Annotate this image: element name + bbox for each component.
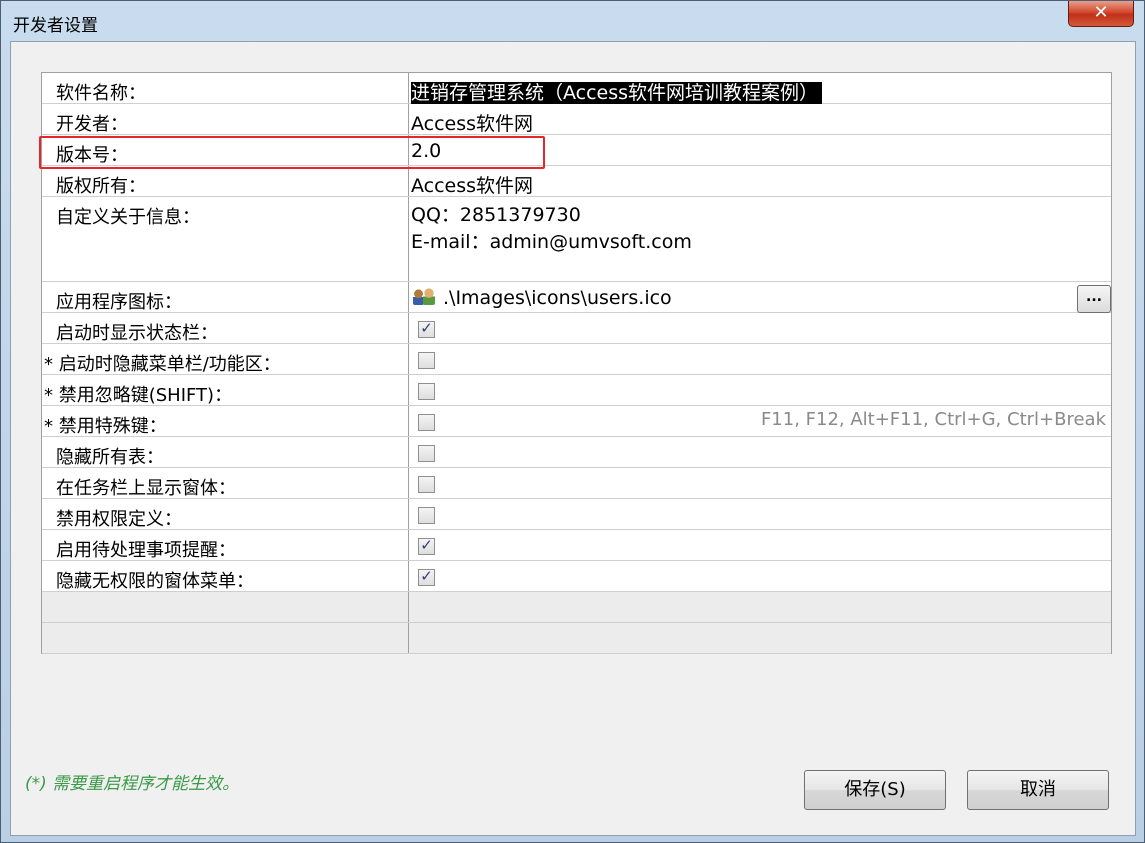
dialog-body: 软件名称： 进销存管理系统（Access软件网培训教程案例） 开发者： Acce… xyxy=(10,41,1136,836)
taskbar-forms-cell xyxy=(409,468,1111,498)
title-bar[interactable]: 开发者设置 ✕ xyxy=(1,1,1144,41)
show-statusbar-cell: ✓ xyxy=(409,313,1111,343)
software-name-value: 进销存管理系统（Access软件网培训教程案例） xyxy=(411,82,823,104)
row-taskbar-forms: 在任务栏上显示窗体： xyxy=(42,468,1111,499)
disable-shift-label: * 禁用忽略键(SHIFT)： xyxy=(42,375,409,406)
users-icon xyxy=(411,287,437,307)
empty-label-cell xyxy=(42,623,409,653)
todo-reminder-label: 启用待处理事项提醒： xyxy=(42,530,409,561)
version-label: 版本号： xyxy=(42,135,409,166)
hide-tables-cell xyxy=(409,437,1111,467)
custom-about-field[interactable]: QQ：2851379730 E-mail：admin@umvsoft.com xyxy=(409,197,1111,281)
disable-shift-cell xyxy=(409,375,1111,405)
show-statusbar-label: 启动时显示状态栏： xyxy=(42,313,409,344)
hide-unauthorized-menus-cell: ✓ xyxy=(409,561,1111,591)
empty-value-cell xyxy=(409,592,1111,622)
hide-ribbon-label: * 启动时隐藏菜单栏/功能区： xyxy=(42,344,409,375)
developer-field[interactable]: Access软件网 xyxy=(409,104,1111,135)
row-hide-ribbon: * 启动时隐藏菜单栏/功能区： xyxy=(42,344,1111,375)
todo-reminder-cell: ✓ xyxy=(409,530,1111,560)
close-icon: ✕ xyxy=(1093,2,1109,23)
disable-shift-checkbox[interactable] xyxy=(418,383,435,400)
row-version: 版本号： 2.0 xyxy=(42,135,1111,166)
row-disable-permissions: 禁用权限定义： xyxy=(42,499,1111,530)
empty-label-cell xyxy=(42,592,409,622)
row-copyright: 版权所有： Access软件网 xyxy=(42,166,1111,197)
row-hide-unauthorized-menus: 隐藏无权限的窗体菜单： ✓ xyxy=(42,561,1111,592)
disable-permissions-cell xyxy=(409,499,1111,529)
window-title: 开发者设置 xyxy=(13,16,98,36)
todo-reminder-checkbox[interactable]: ✓ xyxy=(418,536,435,555)
app-icon-path: .\Images\icons\users.ico xyxy=(443,287,672,309)
hide-ribbon-checkbox[interactable] xyxy=(418,352,435,369)
hide-unauthorized-menus-checkbox[interactable]: ✓ xyxy=(418,567,435,586)
row-custom-about: 自定义关于信息： QQ：2851379730 E-mail：admin@umvs… xyxy=(42,197,1111,282)
software-name-label: 软件名称： xyxy=(42,73,409,104)
app-icon-field[interactable]: .\Images\icons\users.ico ... xyxy=(409,282,1111,313)
copyright-field[interactable]: Access软件网 xyxy=(409,166,1111,197)
custom-about-line-qq: QQ：2851379730 xyxy=(411,204,581,226)
save-button[interactable]: 保存(S) xyxy=(804,770,946,810)
restart-note: (*) 需要重启程序才能生效。 xyxy=(25,774,240,794)
show-statusbar-checkbox[interactable]: ✓ xyxy=(418,319,435,338)
row-show-statusbar: 启动时显示状态栏： ✓ xyxy=(42,313,1111,344)
app-icon-label: 应用程序图标： xyxy=(42,282,409,313)
hide-ribbon-cell xyxy=(409,344,1111,374)
dialog-window: 开发者设置 ✕ 软件名称： 进销存管理系统（Access软件网培训教程案例） 开… xyxy=(0,0,1145,843)
check-mark-icon: ✓ xyxy=(420,536,433,554)
disable-permissions-label: 禁用权限定义： xyxy=(42,499,409,530)
custom-about-label: 自定义关于信息： xyxy=(42,197,409,281)
copyright-label: 版权所有： xyxy=(42,166,409,197)
row-hide-tables: 隐藏所有表： xyxy=(42,437,1111,468)
taskbar-forms-label: 在任务栏上显示窗体： xyxy=(42,468,409,499)
developer-label: 开发者： xyxy=(42,104,409,135)
cancel-button[interactable]: 取消 xyxy=(967,770,1109,810)
disable-special-keys-checkbox[interactable] xyxy=(418,414,435,431)
disable-permissions-checkbox[interactable] xyxy=(418,507,435,524)
custom-about-line-email: E-mail：admin@umvsoft.com xyxy=(411,231,692,253)
row-todo-reminder: 启用待处理事项提醒： ✓ xyxy=(42,530,1111,561)
version-field[interactable]: 2.0 xyxy=(409,135,1111,165)
empty-row xyxy=(42,592,1111,623)
row-software-name: 软件名称： 进销存管理系统（Access软件网培训教程案例） xyxy=(42,73,1111,104)
hide-tables-checkbox[interactable] xyxy=(418,445,435,462)
check-mark-icon: ✓ xyxy=(420,567,433,585)
disable-special-keys-cell: F11, F12, Alt+F11, Ctrl+G, Ctrl+Break xyxy=(409,406,1111,436)
row-developer: 开发者： Access软件网 xyxy=(42,104,1111,135)
close-button[interactable]: ✕ xyxy=(1068,1,1134,27)
row-app-icon: 应用程序图标： .\Images\icons\users.ico ... xyxy=(42,282,1111,313)
property-grid: 软件名称： 进销存管理系统（Access软件网培训教程案例） 开发者： Acce… xyxy=(41,72,1112,654)
row-disable-special-keys: * 禁用特殊键： F11, F12, Alt+F11, Ctrl+G, Ctrl… xyxy=(42,406,1111,437)
hide-unauthorized-menus-label: 隐藏无权限的窗体菜单： xyxy=(42,561,409,592)
disable-special-keys-label: * 禁用特殊键： xyxy=(42,406,409,437)
empty-row xyxy=(42,623,1111,654)
row-disable-shift: * 禁用忽略键(SHIFT)： xyxy=(42,375,1111,406)
special-keys-hint: F11, F12, Alt+F11, Ctrl+G, Ctrl+Break xyxy=(760,409,1106,430)
hide-tables-label: 隐藏所有表： xyxy=(42,437,409,468)
browse-button[interactable]: ... xyxy=(1077,285,1111,313)
check-mark-icon: ✓ xyxy=(420,319,433,337)
taskbar-forms-checkbox[interactable] xyxy=(418,476,435,493)
empty-value-cell xyxy=(409,623,1111,653)
software-name-field[interactable]: 进销存管理系统（Access软件网培训教程案例） xyxy=(409,73,1111,104)
